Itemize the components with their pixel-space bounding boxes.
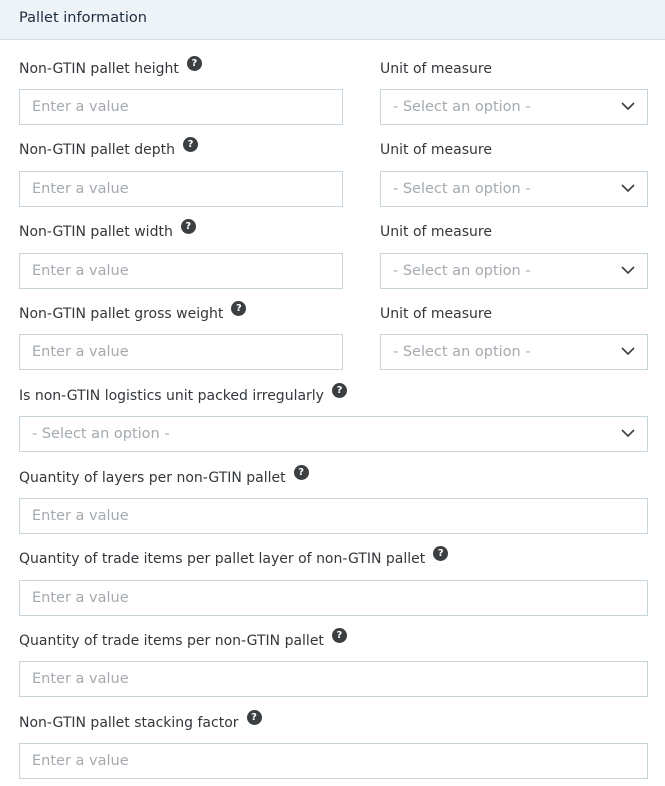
pallet-gross-weight-unit-select[interactable]: - Select an option - — [380, 334, 648, 370]
pallet-width-label: Non-GTIN pallet width ? — [19, 218, 196, 240]
unit-label: Unit of measure — [380, 61, 492, 77]
section-title: Pallet information — [19, 10, 147, 26]
packed-irregularly-label: Is non-GTIN logistics unit packed irregu… — [19, 382, 347, 404]
help-icon[interactable]: ? — [331, 382, 347, 398]
pallet-width-unit-select[interactable]: - Select an option - — [380, 253, 648, 289]
items-per-layer-label-text: Quantity of trade items per pallet layer… — [19, 551, 426, 567]
pallet-depth-unit-select[interactable]: - Select an option - — [380, 171, 648, 207]
help-icon[interactable]: ? — [433, 545, 449, 561]
packed-irregularly-select[interactable]: - Select an option - — [19, 416, 648, 452]
items-per-pallet-input[interactable] — [19, 661, 648, 697]
pallet-gross-weight-input[interactable] — [19, 334, 343, 370]
section-header: Pallet information — [0, 0, 665, 40]
items-per-layer-label: Quantity of trade items per pallet layer… — [19, 545, 449, 567]
help-icon[interactable]: ? — [231, 300, 247, 316]
pallet-width-label-text: Non-GTIN pallet width — [19, 224, 173, 240]
pallet-depth-input[interactable] — [19, 171, 343, 207]
layers-per-pallet-input[interactable] — [19, 498, 648, 534]
items-per-layer-input[interactable] — [19, 580, 648, 616]
select-placeholder: - Select an option - — [393, 99, 531, 115]
unit-label: Unit of measure — [380, 306, 492, 322]
stacking-factor-label: Non-GTIN pallet stacking factor ? — [19, 709, 262, 731]
layers-per-pallet-label-text: Quantity of layers per non-GTIN pallet — [19, 470, 286, 486]
chevron-down-icon — [621, 347, 635, 356]
pallet-height-unit-select[interactable]: - Select an option - — [380, 89, 648, 125]
items-per-pallet-label: Quantity of trade items per non-GTIN pal… — [19, 627, 347, 649]
select-placeholder: - Select an option - — [32, 426, 170, 442]
chevron-down-icon — [621, 429, 635, 438]
pallet-height-label-text: Non-GTIN pallet height — [19, 61, 179, 77]
layers-per-pallet-label: Quantity of layers per non-GTIN pallet ? — [19, 464, 309, 486]
pallet-depth-label: Non-GTIN pallet depth ? — [19, 136, 198, 158]
pallet-height-input[interactable] — [19, 89, 343, 125]
help-icon[interactable]: ? — [180, 218, 196, 234]
select-placeholder: - Select an option - — [393, 344, 531, 360]
select-placeholder: - Select an option - — [393, 263, 531, 279]
items-per-pallet-label-text: Quantity of trade items per non-GTIN pal… — [19, 633, 324, 649]
help-icon[interactable]: ? — [186, 55, 202, 71]
chevron-down-icon — [621, 266, 635, 275]
pallet-width-input[interactable] — [19, 253, 343, 289]
unit-label: Unit of measure — [380, 142, 492, 158]
packed-irregularly-label-text: Is non-GTIN logistics unit packed irregu… — [19, 388, 324, 404]
help-icon[interactable]: ? — [331, 627, 347, 643]
pallet-gross-weight-label-text: Non-GTIN pallet gross weight — [19, 306, 224, 322]
pallet-depth-label-text: Non-GTIN pallet depth — [19, 142, 175, 158]
help-icon[interactable]: ? — [246, 709, 262, 725]
select-placeholder: - Select an option - — [393, 181, 531, 197]
stacking-factor-label-text: Non-GTIN pallet stacking factor — [19, 715, 239, 731]
unit-label: Unit of measure — [380, 224, 492, 240]
pallet-height-label: Non-GTIN pallet height ? — [19, 55, 202, 77]
pallet-gross-weight-label: Non-GTIN pallet gross weight ? — [19, 300, 247, 322]
help-icon[interactable]: ? — [293, 464, 309, 480]
help-icon[interactable]: ? — [182, 136, 198, 152]
chevron-down-icon — [621, 102, 635, 111]
stacking-factor-input[interactable] — [19, 743, 648, 779]
chevron-down-icon — [621, 184, 635, 193]
